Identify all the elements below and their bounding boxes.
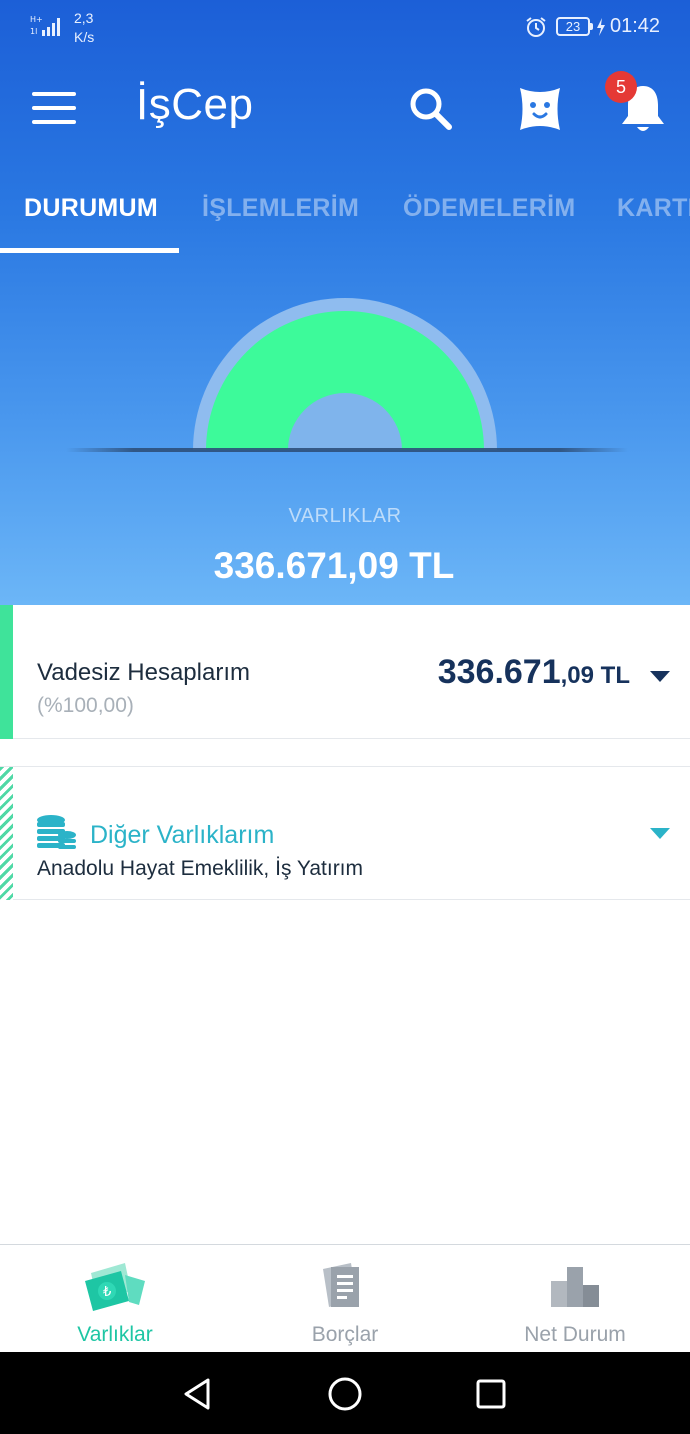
network-speed: 2,3 K/s [74, 10, 95, 45]
assets-label: VARLIKLAR [288, 505, 402, 527]
bars-icon [551, 1267, 599, 1307]
amount-currency: TL [594, 662, 630, 689]
search-icon[interactable] [406, 84, 454, 132]
receipts-icon [323, 1263, 359, 1307]
other-assets-row[interactable]: Diğer Varlıklarım Anadolu Hayat Emeklili… [0, 766, 690, 900]
bottom-tab-varliklar[interactable]: ₺ Varlıklar [0, 1245, 230, 1353]
signal-icon: H+ 1l [30, 15, 60, 36]
svg-text:H+: H+ [30, 15, 43, 24]
mascot-icon[interactable] [514, 84, 566, 134]
demand-accounts-amount: 336.671,09 TL [438, 653, 630, 692]
active-tab-indicator [0, 248, 179, 253]
tab-odemelerim[interactable]: ÖDEMELERİM [403, 194, 575, 223]
bottom-tab-label: Net Durum [524, 1323, 626, 1346]
bottom-tab-label: Varlıklar [77, 1323, 153, 1346]
clock: 01:42 [610, 15, 661, 37]
demand-accounts-title: Vadesiz Hesaplarım [37, 659, 250, 686]
battery-indicator: 23 [556, 17, 590, 36]
gauge-baseline [66, 448, 628, 452]
assets-total: 336.671,09 TL [213, 545, 455, 586]
bottom-tab-borclar[interactable]: Borçlar [230, 1245, 460, 1353]
back-icon[interactable] [176, 1372, 220, 1416]
demand-accounts-row[interactable]: Vadesiz Hesaplarım (%100,00) 336.671,09 … [0, 605, 690, 739]
amount-integer: 336.671 [437, 653, 561, 691]
chevron-down-icon[interactable] [650, 828, 670, 839]
recents-icon[interactable] [469, 1372, 513, 1416]
system-navigation-bar [0, 1352, 690, 1434]
home-icon[interactable] [323, 1372, 367, 1416]
bottom-navigation: ₺ Varlıklar Borçlar Net Durum [0, 1244, 690, 1352]
tab-durumum[interactable]: DURUMUM [24, 194, 158, 223]
alarm-icon [526, 17, 546, 37]
battery-tip [590, 23, 593, 30]
app-title: İşCep [136, 80, 254, 129]
row-accent-bar [0, 605, 13, 739]
demand-accounts-percent: (%100,00) [37, 694, 134, 717]
bottom-tab-net-durum[interactable]: Net Durum [460, 1245, 690, 1353]
status-bar: H+ 1l 2,3 K/s 23 01:42 [0, 0, 690, 54]
tab-kartlarim[interactable]: KARTL [617, 194, 690, 223]
menu-button[interactable] [28, 86, 80, 130]
assets-gauge [66, 298, 628, 452]
chevron-down-icon[interactable] [650, 671, 670, 682]
amount-decimal: ,09 [560, 662, 594, 689]
svg-text:1l: 1l [30, 27, 37, 36]
other-assets-subtitle: Anadolu Hayat Emeklilik, İş Yatırım [37, 857, 364, 880]
bottom-tab-label: Borçlar [311, 1323, 379, 1346]
banknotes-icon: ₺ [85, 1263, 145, 1311]
other-assets-title: Diğer Varlıklarım [90, 821, 275, 849]
svg-text:₺: ₺ [103, 1285, 111, 1300]
notification-badge: 5 [605, 71, 637, 103]
tab-bar: DURUMUM İŞLEMLERİM ÖDEMELERİM KARTL [0, 180, 690, 254]
coins-icon [37, 815, 76, 849]
row-accent-striped [0, 767, 13, 900]
charging-icon [597, 18, 605, 36]
tab-islemlerim[interactable]: İŞLEMLERİM [202, 194, 359, 223]
